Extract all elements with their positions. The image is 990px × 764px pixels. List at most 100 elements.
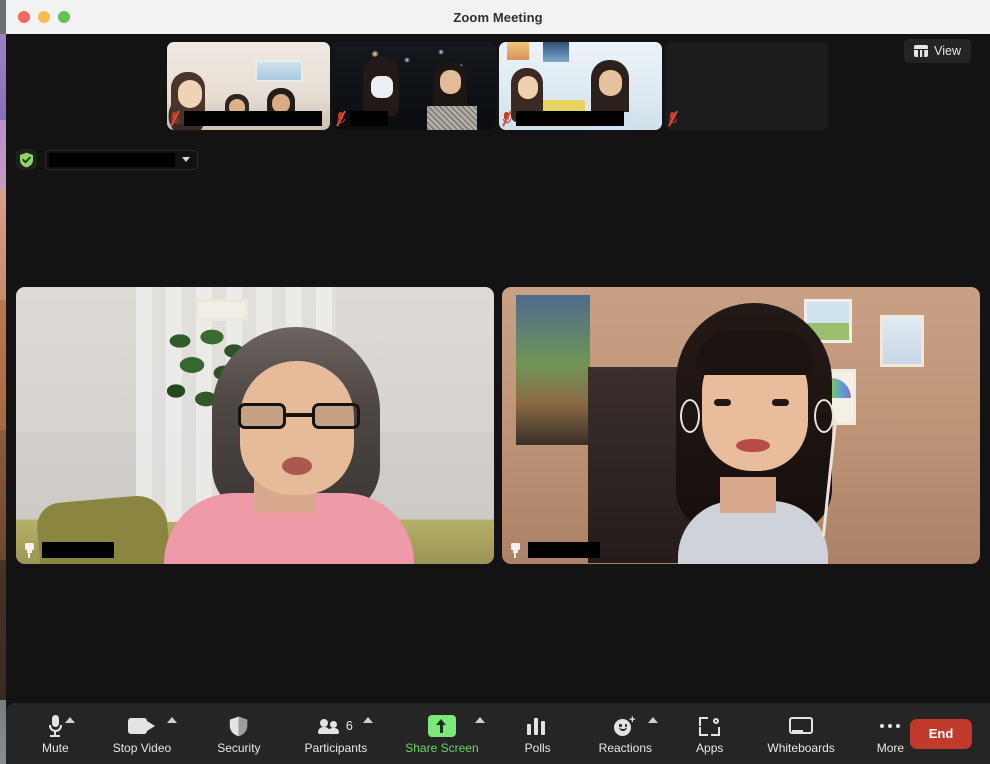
participants-label: Participants [304, 741, 368, 755]
main-tile-2-name-redacted [528, 542, 600, 558]
thumbnail-1-nameplate [169, 110, 322, 127]
thumbnail-2-nameplate [335, 110, 388, 127]
security-button[interactable]: Security [213, 703, 264, 764]
share-screen-label: Share Screen [405, 741, 479, 755]
person-2-face [440, 70, 461, 94]
thumbnail-4[interactable] [665, 42, 828, 130]
thumbnail-2[interactable] [333, 42, 496, 130]
mute-menu-chevron-icon[interactable] [64, 717, 75, 723]
layout-grid-icon [914, 45, 929, 57]
speaker-neck [720, 477, 776, 513]
window-title-bar: Zoom Meeting [6, 0, 990, 34]
whiteboards-button[interactable]: Whiteboards [763, 703, 838, 764]
security-label: Security [217, 741, 261, 755]
zoom-meeting-window: Zoom Meeting View Mute Stop Video Securi… [6, 0, 990, 764]
view-button[interactable]: View [904, 39, 971, 63]
shield-icon [229, 712, 248, 740]
muted-microphone-icon [335, 110, 346, 127]
meeting-stage: View [6, 34, 990, 764]
window-title: Zoom Meeting [453, 9, 543, 25]
apps-button[interactable]: Apps [692, 703, 727, 764]
share-arrow-icon [427, 712, 456, 740]
pin-icon [22, 542, 36, 558]
framed-art-3 [880, 315, 924, 367]
meeting-info-bar [16, 149, 198, 170]
mute-label: Mute [42, 741, 69, 755]
microphone-icon [48, 712, 63, 740]
camera-icon [127, 712, 156, 740]
shield-check-icon[interactable] [16, 149, 37, 170]
people-icon: 6 [317, 712, 353, 740]
wall-painting [516, 295, 590, 445]
main-tile-1-name-redacted [42, 542, 114, 558]
speaker-eye-left [714, 399, 731, 406]
pin-icon [508, 542, 522, 558]
person-2-face [599, 70, 622, 96]
share-screen-button[interactable]: Share Screen [401, 703, 485, 764]
main-tile-1[interactable] [16, 287, 494, 564]
main-tile-2-video [502, 287, 980, 564]
earring-left [680, 399, 700, 433]
participants-menu-chevron-icon[interactable] [363, 717, 374, 723]
stop-video-label: Stop Video [112, 741, 172, 755]
end-button-label: End [928, 726, 954, 741]
wall-picture [255, 60, 303, 82]
speaker-eye-right [772, 399, 789, 406]
view-button-label: View [934, 44, 961, 58]
speaker-mouth [282, 457, 312, 475]
more-button[interactable]: More [873, 703, 908, 764]
whiteboards-label: Whiteboards [767, 741, 835, 755]
stop-video-button[interactable]: Stop Video [109, 703, 178, 764]
reactions-menu-chevron-icon[interactable] [648, 717, 659, 723]
main-tile-2[interactable] [502, 287, 980, 564]
person-1-face [518, 76, 538, 99]
more-label: More [876, 741, 905, 755]
reactions-label: Reactions [598, 741, 653, 755]
thumbnail-4-nameplate [667, 110, 678, 127]
thumbnail-2-name-redacted [350, 111, 388, 126]
thumbnail-1-name-redacted [184, 111, 322, 126]
thumbnail-3-name-redacted [516, 111, 624, 126]
eyeglasses [238, 403, 360, 429]
polls-button[interactable]: Polls [521, 703, 555, 764]
muted-microphone-icon [169, 110, 180, 127]
earring-right [814, 399, 834, 433]
wall-art-2 [543, 42, 569, 62]
wall-picture [196, 299, 248, 321]
meeting-toolbar: Mute Stop Video Security 6 Participants … [6, 703, 990, 764]
reactions-button[interactable]: + Reactions [595, 703, 659, 764]
apps-icon [699, 712, 721, 740]
smiley-plus-icon: + [614, 712, 636, 740]
share-menu-chevron-icon[interactable] [474, 717, 485, 723]
participant-filmstrip [167, 42, 828, 130]
bar-chart-icon [526, 712, 549, 740]
participants-count: 6 [345, 719, 353, 733]
thumbnail-4-video-off [665, 42, 828, 130]
main-tile-2-nameplate [508, 542, 600, 558]
speaker-lips [736, 439, 770, 452]
thumbnail-3-nameplate [501, 110, 624, 127]
meeting-id-redacted [49, 152, 175, 167]
muted-microphone-icon [667, 110, 678, 127]
muted-microphone-icon [501, 110, 512, 127]
wall-art-1 [507, 42, 529, 60]
main-tile-1-video [16, 287, 494, 564]
chevron-down-icon[interactable] [178, 151, 194, 169]
whiteboard-icon [789, 712, 814, 740]
face-mask [371, 76, 393, 98]
participants-button[interactable]: 6 Participants [301, 703, 374, 764]
speaker-bangs [696, 331, 814, 375]
speaker-grid [16, 287, 980, 564]
main-tile-1-nameplate [22, 542, 114, 558]
mute-button[interactable]: Mute [38, 703, 75, 764]
person-face [178, 80, 202, 108]
thumbnail-3[interactable] [499, 42, 662, 130]
apps-label: Apps [696, 741, 724, 755]
ellipsis-icon [879, 712, 901, 740]
polls-label: Polls [524, 741, 551, 755]
end-meeting-button[interactable]: End [910, 718, 972, 749]
video-menu-chevron-icon[interactable] [167, 717, 178, 723]
person-2-body [427, 106, 477, 130]
meeting-id-field[interactable] [45, 149, 198, 170]
thumbnail-1[interactable] [167, 42, 330, 130]
